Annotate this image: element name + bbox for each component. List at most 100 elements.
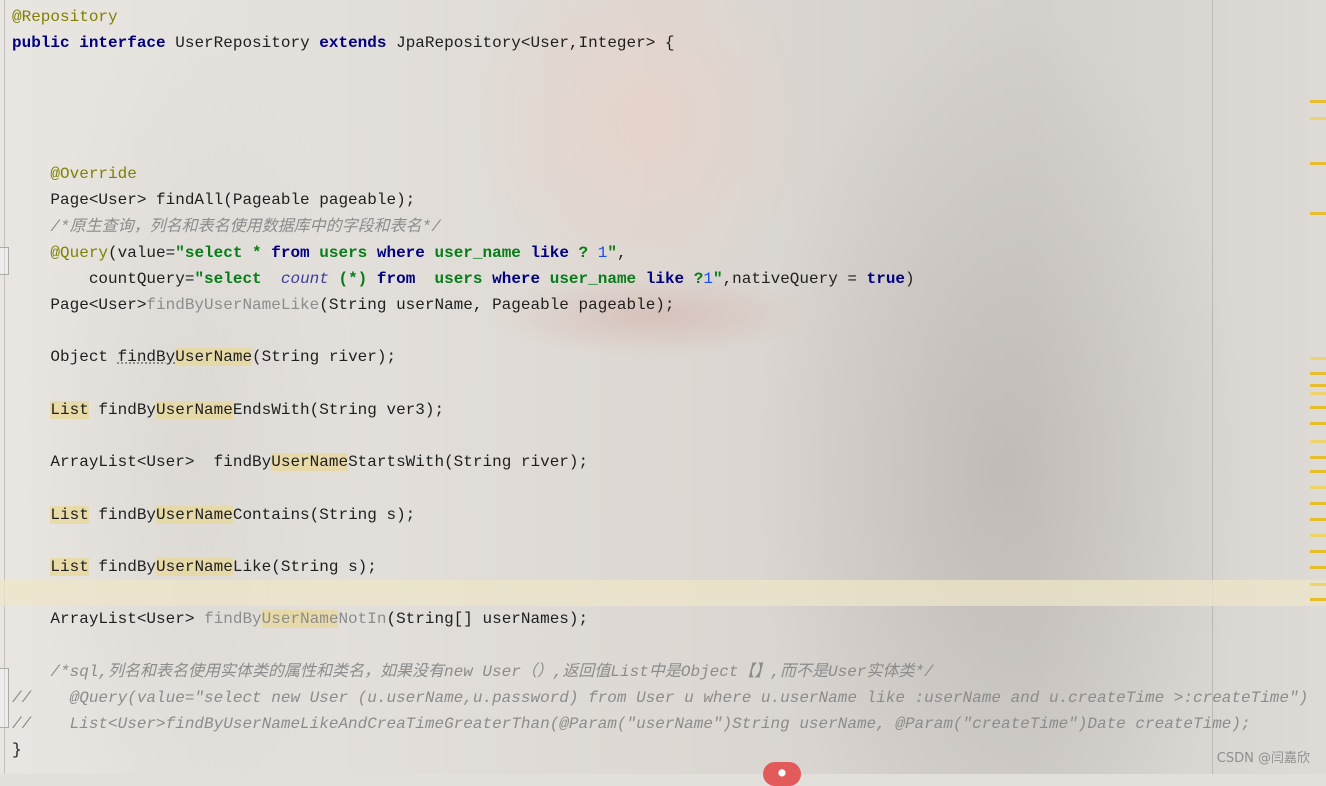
warning-marker[interactable] [1310, 566, 1326, 569]
code-token: count [280, 269, 329, 288]
code-line[interactable]: ArrayList<User> findByUserNameStartsWith… [12, 449, 1326, 475]
code-line[interactable]: Page<User>findByUserNameLike(String user… [12, 292, 1326, 318]
code-token: EndsWith(String ver3); [232, 400, 445, 419]
warning-marker[interactable] [1310, 422, 1326, 425]
floating-action-button[interactable]: ● [763, 762, 801, 786]
warning-marker[interactable] [1310, 470, 1326, 473]
watermark: CSDN @闫嘉欣 [1216, 751, 1310, 766]
code-line[interactable]: List findByUserNameLike(String s); [12, 554, 1326, 580]
code-token: List [50, 400, 89, 419]
code-token: UserName [261, 610, 339, 629]
code-token: interface [79, 34, 166, 53]
code-token: findBy [88, 505, 157, 524]
code-token: true [866, 269, 906, 288]
code-line[interactable] [12, 633, 1326, 659]
code-token: Object [12, 348, 118, 367]
code-token: where [376, 243, 425, 262]
fold-region-icon[interactable] [0, 668, 9, 728]
warning-marker[interactable] [1310, 598, 1326, 601]
code-token: from [376, 269, 416, 288]
code-token: List [50, 505, 89, 524]
code-token: ) [905, 269, 915, 288]
warning-marker[interactable] [1310, 583, 1326, 586]
code-token: ArrayList<User> findBy [12, 453, 272, 472]
code-line[interactable] [12, 56, 1326, 82]
code-token: @Query [50, 243, 109, 262]
code-line[interactable]: List findByUserNameContains(String s); [12, 502, 1326, 528]
code-line[interactable]: List findByUserNameEndsWith(String ver3)… [12, 397, 1326, 423]
code-token: user_name [540, 269, 646, 288]
code-token: // List<User>findByUserNameLikeAndCreaTi… [12, 715, 1251, 734]
code-token: users [415, 269, 493, 288]
warning-marker[interactable] [1310, 486, 1326, 489]
warning-marker[interactable] [1310, 372, 1326, 375]
code-line[interactable]: countQuery="select count (*) from users … [12, 266, 1326, 292]
code-token: List [50, 557, 89, 576]
code-token: Contains(String s); [232, 505, 416, 524]
code-token: UserName [175, 348, 253, 367]
code-token: like [530, 243, 569, 262]
code-line[interactable]: // List<User>findByUserNameLikeAndCreaTi… [12, 711, 1326, 737]
code-line[interactable] [12, 475, 1326, 501]
record-icon: ● [778, 765, 786, 779]
code-line[interactable] [12, 83, 1326, 109]
code-token: 1 [703, 269, 713, 288]
warning-marker[interactable] [1310, 392, 1326, 395]
code-line[interactable]: // @Query(value="select new User (u.user… [12, 685, 1326, 711]
code-line[interactable]: public interface UserRepository extends … [12, 30, 1326, 56]
code-line[interactable]: /*sql,列名和表名使用实体类的属性和类名，如果没有new User（）,返回… [12, 659, 1326, 685]
code-token: @Repository [12, 8, 118, 26]
code-line[interactable] [12, 318, 1326, 344]
current-line[interactable] [0, 580, 1326, 607]
warning-marker[interactable] [1310, 117, 1326, 120]
code-line[interactable]: @Repository [12, 4, 1326, 30]
code-editor[interactable]: @Repository public interface UserReposito… [0, 4, 1326, 763]
code-token: NotIn [338, 610, 387, 629]
fold-start-icon[interactable] [0, 247, 9, 275]
warning-marker[interactable] [1310, 100, 1326, 103]
code-line[interactable]: } [12, 737, 1326, 763]
code-line[interactable]: Object findByUserName(String river); [12, 344, 1326, 370]
code-token: (value= [108, 243, 176, 262]
code-token: } [12, 741, 22, 760]
warning-marker[interactable] [1310, 162, 1326, 165]
code-line[interactable]: Page<User> findAll(Pageable pageable); [12, 187, 1326, 213]
code-line[interactable] [12, 423, 1326, 449]
code-token: ArrayList<User> [12, 610, 205, 629]
code-line[interactable]: @Override [12, 161, 1326, 187]
warning-marker[interactable] [1310, 534, 1326, 537]
code-token: @Override [50, 165, 137, 184]
warning-marker[interactable] [1310, 440, 1326, 443]
code-token: Page<User> findAll(Pageable pageable); [12, 191, 416, 210]
code-token: countQuery= [12, 269, 195, 288]
code-line[interactable] [12, 528, 1326, 554]
code-line[interactable]: ArrayList<User> findByUserNameNotIn(Stri… [12, 606, 1326, 632]
code-line[interactable]: /*原生查询，列名和表名使用数据库中的字段和表名*/ [12, 214, 1326, 240]
warning-marker[interactable] [1310, 456, 1326, 459]
code-line[interactable] [12, 371, 1326, 397]
code-line[interactable] [12, 135, 1326, 161]
code-token: from [271, 243, 310, 262]
code-line[interactable]: @Query(value="select * from users where … [12, 240, 1326, 266]
warning-marker[interactable] [1310, 212, 1326, 215]
code-token: public [12, 34, 70, 53]
code-line[interactable] [12, 109, 1326, 135]
code-token: (*) [328, 269, 377, 288]
code-token: StartsWith(String river); [348, 453, 589, 472]
code-token: /*sql,列名和表名使用实体类的属性和类名，如果没有new User（）,返回… [50, 662, 934, 681]
warning-marker[interactable] [1310, 384, 1326, 387]
code-token: user_name [424, 243, 531, 262]
warning-marker[interactable] [1310, 406, 1326, 409]
warning-marker[interactable] [1310, 502, 1326, 505]
warning-marker[interactable] [1310, 357, 1326, 360]
code-token: ? [684, 269, 704, 288]
code-token: " [607, 243, 617, 262]
warning-marker[interactable] [1310, 550, 1326, 553]
gutter-divider [4, 0, 5, 774]
warning-marker[interactable] [1310, 518, 1326, 521]
